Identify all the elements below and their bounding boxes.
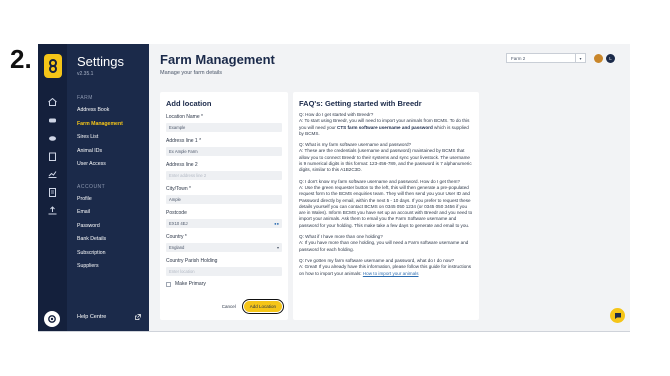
faq-item: Q: I don't know my farm software usernam… xyxy=(299,179,473,229)
breedr-logo-icon[interactable] xyxy=(43,54,62,78)
faq-item: Q: What if I have more than one holding?… xyxy=(299,234,473,253)
cancel-button[interactable]: Cancel xyxy=(222,304,236,309)
sidebar-item-farm-management[interactable]: Farm Management xyxy=(77,118,149,132)
address-line-2-input[interactable]: Enter address line 2 xyxy=(166,171,282,180)
settings-sidebar: Settings v2.35.1 FARM Address Book Farm … xyxy=(67,44,149,331)
postcode-input[interactable]: EX10 4EJ ●● xyxy=(166,219,282,228)
farm-select-value: Farm 2 xyxy=(511,56,526,61)
country-label: Country * xyxy=(166,234,187,240)
form-actions: Cancel Add Location xyxy=(222,298,285,315)
faq-item: Q: What is my farm software username and… xyxy=(299,142,473,173)
sidebar-section-account: ACCOUNT xyxy=(77,183,106,190)
help-centre-label: Help Centre xyxy=(77,314,107,320)
app-version: v2.35.1 xyxy=(77,71,94,77)
chevron-down-icon: ▾ xyxy=(575,54,585,62)
home-icon[interactable] xyxy=(38,94,67,110)
cattle-icon[interactable] xyxy=(38,112,67,128)
external-link-icon xyxy=(135,314,141,322)
chat-icon xyxy=(614,312,621,319)
page-title: Farm Management xyxy=(160,52,275,67)
page-subtitle: Manage your farm details xyxy=(160,70,223,76)
gear-icon[interactable] xyxy=(44,311,60,327)
faq-answer: A: These are the credentials (username a… xyxy=(299,148,472,173)
sidebar-item-user-access[interactable]: User Access xyxy=(77,158,149,172)
make-primary-label: Make Primary xyxy=(175,281,206,287)
postcode-label: Postcode xyxy=(166,210,187,216)
app-window: Settings v2.35.1 FARM Address Book Farm … xyxy=(38,44,630,332)
sidebar-item-profile[interactable]: Profile xyxy=(77,193,149,207)
sheep-icon[interactable] xyxy=(38,130,67,146)
make-primary-row[interactable]: Make Primary xyxy=(166,281,282,287)
city-input[interactable]: Ample xyxy=(166,195,282,204)
add-location-card: Add location Location Name * Example Add… xyxy=(160,92,288,320)
farm-select[interactable]: Farm 2 ▾ xyxy=(506,53,586,63)
address-line-2-label: Address line 2 xyxy=(166,162,198,168)
location-name-input[interactable]: Example xyxy=(166,123,282,132)
form-title: Add location xyxy=(166,99,212,108)
sidebar-item-subscription[interactable]: Subscription xyxy=(77,247,149,261)
faq-title: FAQ's: Getting started with Breedr xyxy=(299,99,422,108)
document-icon[interactable] xyxy=(38,184,67,200)
import-guide-link[interactable]: How to import your animals xyxy=(363,271,419,276)
make-primary-checkbox[interactable] xyxy=(166,281,171,287)
sidebar-item-bank-details[interactable]: Bank Details xyxy=(77,233,149,247)
sidebar-item-password[interactable]: Password xyxy=(77,220,149,234)
sidebar-section-farm: FARM xyxy=(77,95,93,101)
farm-avatar[interactable] xyxy=(594,54,603,63)
parish-holding-label: Country Parish Holding xyxy=(166,258,218,264)
main-content: Farm Management Manage your farm details… xyxy=(149,44,630,331)
city-label: City/Town * xyxy=(166,186,192,192)
faq-item: Q: How do I get started with Breedr? A: … xyxy=(299,112,473,137)
country-select[interactable]: England ▾ xyxy=(166,243,282,252)
address-line-1-label: Address line 1 * xyxy=(166,138,202,144)
country-value: England xyxy=(169,245,185,250)
parish-holding-input[interactable]: Enter location xyxy=(166,267,282,276)
sidebar-item-email[interactable]: Email xyxy=(77,206,149,220)
chat-button[interactable] xyxy=(610,308,625,323)
postcode-value: EX10 4EJ xyxy=(169,221,188,226)
sidebar-item-address-book[interactable]: Address Book xyxy=(77,104,149,118)
clipboard-icon[interactable] xyxy=(38,148,67,164)
autofill-icon: ●● xyxy=(274,221,279,226)
user-avatar[interactable]: L xyxy=(606,54,615,63)
faq-card: FAQ's: Getting started with Breedr Q: Ho… xyxy=(293,92,479,320)
location-name-label: Location Name * xyxy=(166,114,203,120)
faq-answer: A: Great! If you already have this infor… xyxy=(299,264,472,276)
faq-answer: A: To start using Breedr, you will need … xyxy=(299,118,470,136)
sidebar-item-sires-list[interactable]: Sires List xyxy=(77,131,149,145)
faq-item: Q: I've gotten my farm software username… xyxy=(299,258,473,277)
add-location-button[interactable]: Add Location xyxy=(241,298,285,315)
address-line-1-input[interactable]: Ex Ample Farm xyxy=(166,147,282,156)
sidebar-title: Settings xyxy=(77,54,124,69)
screenshot-stage: 2. Settings v2.35.1 FARM Address Book Fa… xyxy=(0,0,670,376)
sidebar-item-suppliers[interactable]: Suppliers xyxy=(77,260,149,274)
icon-rail xyxy=(38,44,67,331)
sidebar-item-animal-ids[interactable]: Animal IDs xyxy=(77,145,149,159)
upload-icon[interactable] xyxy=(38,202,67,218)
chart-icon[interactable] xyxy=(38,166,67,182)
faq-answer: A: Use the green requester button to the… xyxy=(299,184,473,228)
help-centre-link[interactable]: Help Centre xyxy=(77,314,141,322)
chevron-down-icon: ▾ xyxy=(276,245,279,250)
faq-answer: A: If you have more than one holding, yo… xyxy=(299,240,469,252)
step-number: 2. xyxy=(10,44,32,74)
